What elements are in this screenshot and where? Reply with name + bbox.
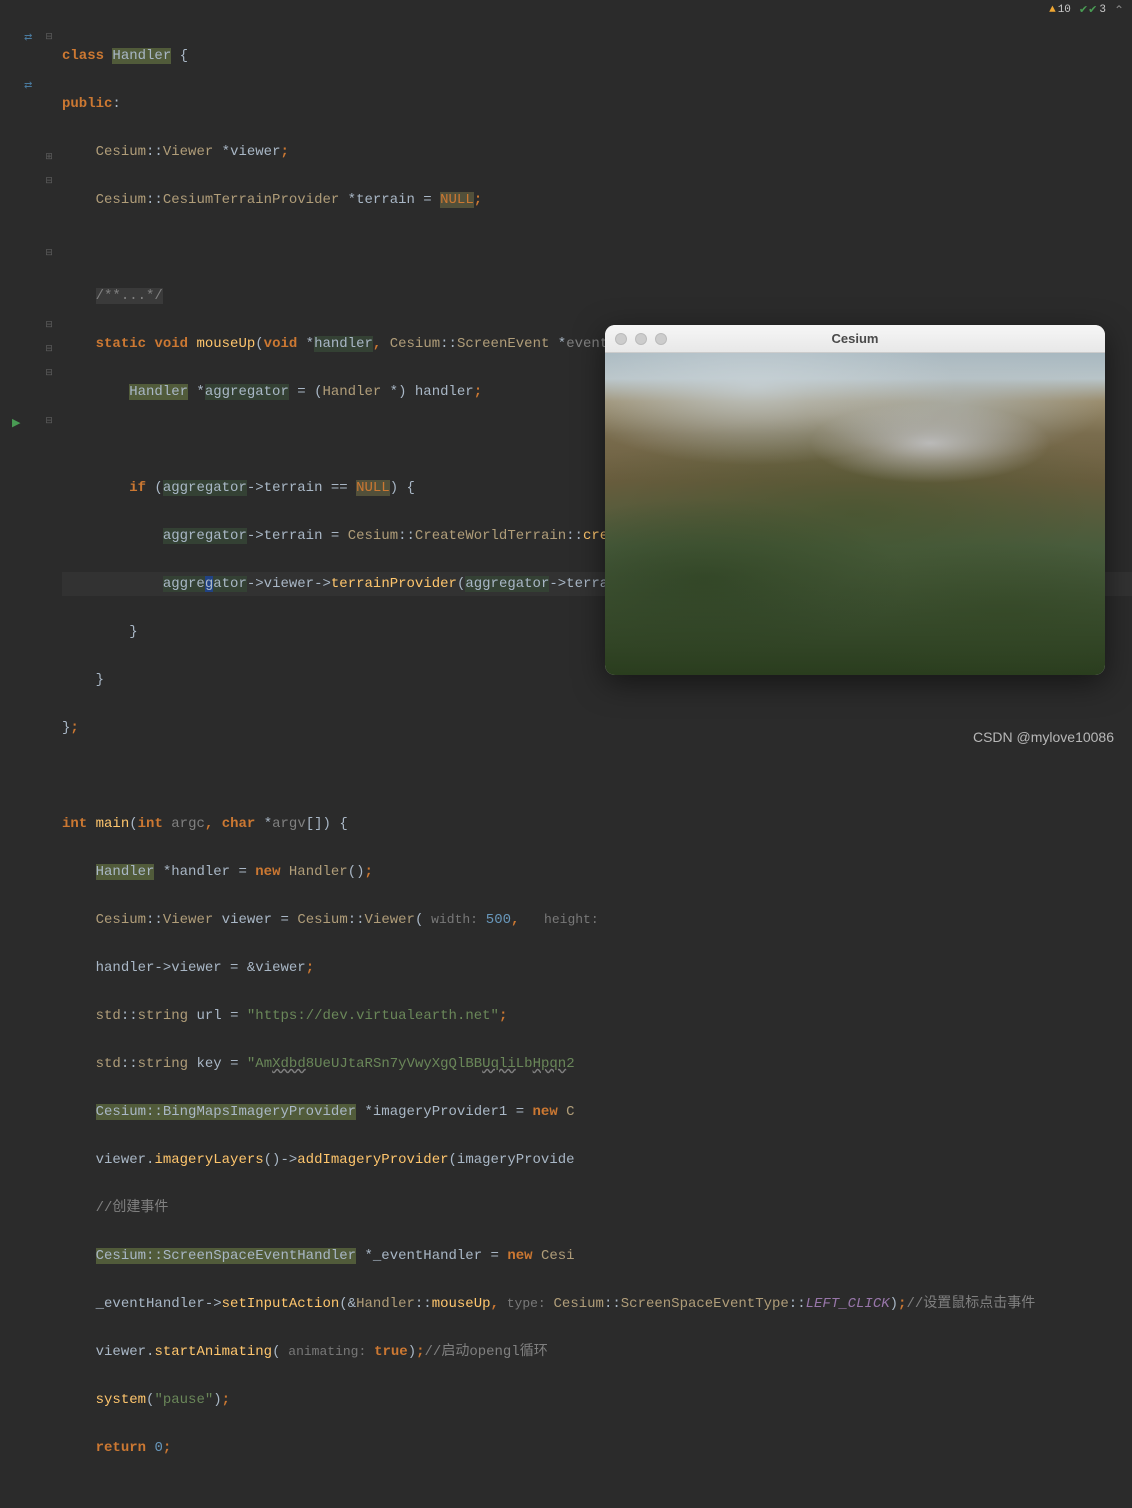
checks-badge[interactable]: ✔✔3: [1079, 3, 1106, 17]
watermark: CSDN @mylove10086: [973, 729, 1114, 745]
code-line: Handler *handler = new Handler();: [62, 860, 1132, 884]
fold-marker[interactable]: ⊟: [44, 176, 54, 186]
code-line: /**...*/: [62, 284, 1132, 308]
code-line: class Handler {: [62, 44, 1132, 68]
fold-marker[interactable]: ⊟: [44, 320, 54, 330]
fold-marker[interactable]: ⊟: [44, 32, 54, 42]
cesium-viewport[interactable]: [605, 353, 1105, 675]
fold-marker[interactable]: ⊟: [44, 416, 54, 426]
window-title: Cesium: [605, 331, 1105, 346]
fold-column: ⊟ ⊞ ⊟ ⊟ ⊟ ⊟ ⊟ ⊟: [42, 20, 58, 757]
code-line: handler->viewer = &viewer;: [62, 956, 1132, 980]
code-line: //创建事件: [62, 1196, 1132, 1220]
fold-marker[interactable]: ⊟: [44, 344, 54, 354]
fold-marker[interactable]: ⊞: [44, 152, 54, 162]
code-line: Cesium::BingMapsImageryProvider *imagery…: [62, 1100, 1132, 1124]
swap-icon[interactable]: ⇄: [24, 32, 32, 44]
code-line: system("pause");: [62, 1388, 1132, 1412]
code-line: };: [62, 716, 1132, 740]
window-titlebar[interactable]: Cesium: [605, 325, 1105, 353]
code-line: return 0;: [62, 1436, 1132, 1460]
fold-marker[interactable]: ⊟: [44, 248, 54, 258]
code-line: viewer.startAnimating( animating: true);…: [62, 1340, 1132, 1364]
code-line: Cesium::Viewer viewer = Cesium::Viewer( …: [62, 908, 1132, 932]
cesium-window[interactable]: Cesium: [605, 325, 1105, 675]
swap-icon[interactable]: ⇄: [24, 80, 32, 92]
warn-count: 10: [1058, 4, 1071, 16]
check-count: 3: [1099, 4, 1106, 16]
code-line: std::string url = "https://dev.virtualea…: [62, 1004, 1132, 1028]
check-icon: ✔✔: [1079, 3, 1097, 17]
warnings-badge[interactable]: ▲10: [1049, 4, 1071, 16]
warning-icon: ▲: [1049, 4, 1056, 16]
gutter: ⇄ ⇄ ▶: [0, 20, 42, 757]
code-line: int main(int argc, char *argv[]) {: [62, 812, 1132, 836]
code-line: Cesium::CesiumTerrainProvider *terrain =…: [62, 188, 1132, 212]
code-line: _eventHandler->setInputAction(&Handler::…: [62, 1292, 1132, 1316]
fold-marker[interactable]: ⊟: [44, 368, 54, 378]
editor-top-bar: ▲10 ✔✔3 ⌃: [0, 0, 1132, 20]
code-line: public:: [62, 92, 1132, 116]
run-icon[interactable]: ▶: [12, 416, 20, 430]
code-line: viewer.imageryLayers()->addImageryProvid…: [62, 1148, 1132, 1172]
collapse-icon[interactable]: ⌃: [1114, 3, 1124, 18]
code-line: Cesium::ScreenSpaceEventHandler *_eventH…: [62, 1244, 1132, 1268]
code-line: std::string key = "AmXdbd8UeUJtaRSn7yVwy…: [62, 1052, 1132, 1076]
code-line: Cesium::Viewer *viewer;: [62, 140, 1132, 164]
